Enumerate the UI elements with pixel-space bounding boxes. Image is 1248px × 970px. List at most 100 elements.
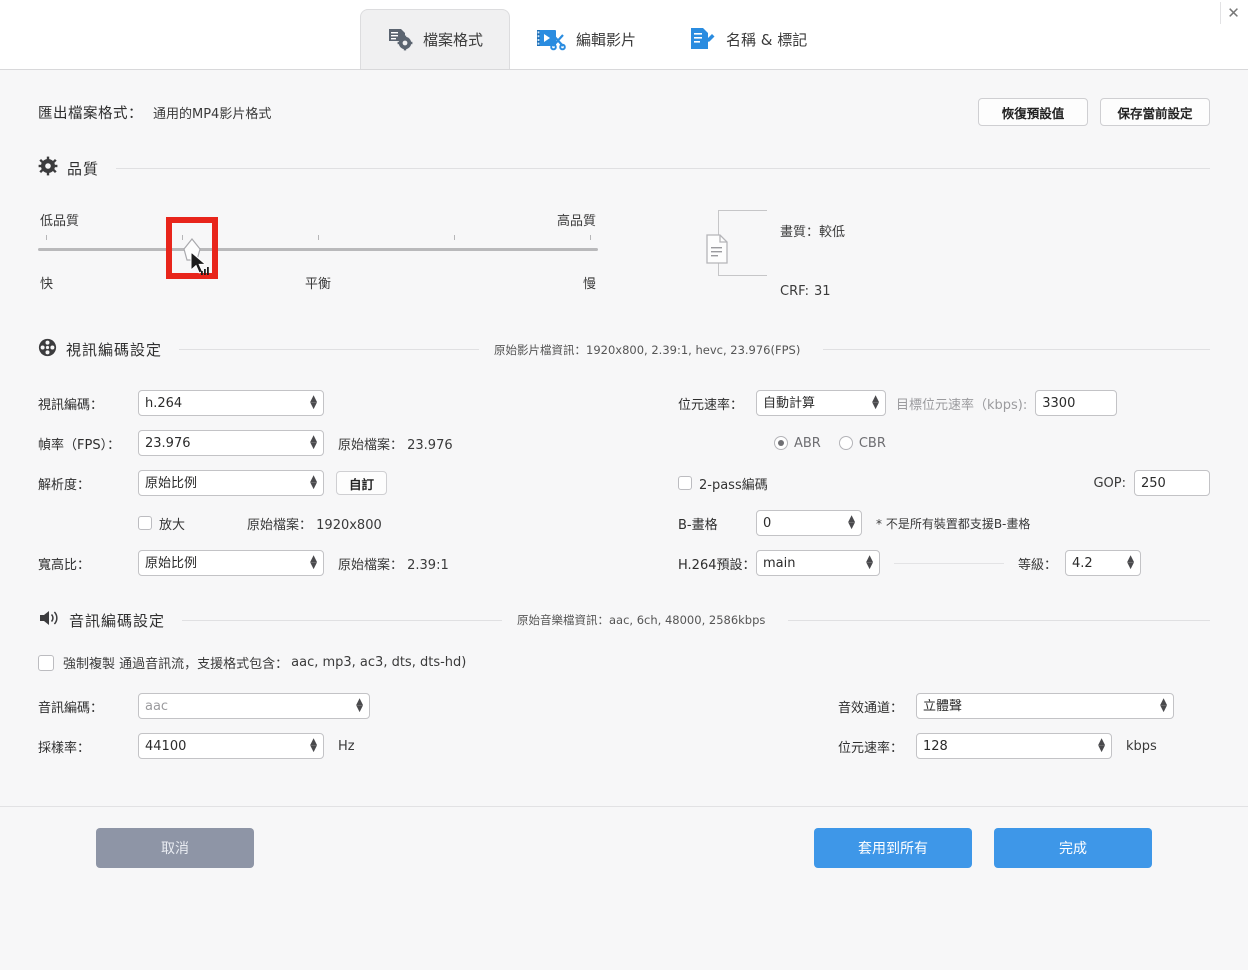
force-copy-row[interactable]: 強制複製 通過音訊流，支援格式包含： aac, mp3, ac3, dts, d… — [38, 653, 1210, 672]
done-button[interactable]: 完成 — [994, 827, 1152, 868]
audio-bitrate-select-wrap[interactable]: 128 ▲ ▼ — [916, 733, 1112, 759]
upscale-row: 放大 原始檔案： 1920x800 — [38, 503, 658, 543]
audio-bitrate-select[interactable]: 128 — [916, 733, 1112, 759]
save-preset-button[interactable]: 保存當前設定 — [1100, 98, 1210, 126]
resolution-source-text: 原始檔案： 1920x800 — [247, 517, 382, 533]
preset-select[interactable]: main — [756, 550, 880, 576]
apply-all-button[interactable]: 套用到所有 — [814, 827, 972, 868]
audio-settings-grid: 音訊編碼： aac ▲ ▼ 採樣率： 44100 ▲ ▼ Hz 音效通道： 立體… — [38, 686, 1210, 766]
quality-slider[interactable] — [38, 217, 598, 279]
samplerate-select-wrap[interactable]: 44100 ▲ ▼ — [138, 733, 324, 759]
audio-codec-select[interactable]: aac — [138, 693, 370, 719]
video-left-column: 視訊編碼： h.264 ▲ ▼ 幀率（FPS）： 23.976 ▲ ▼ 原始檔案： … — [38, 383, 658, 583]
target-bitrate-label: 目標位元速率（kbps): — [896, 397, 1028, 413]
crf-label: CRF: — [780, 284, 809, 299]
resolution-row: 解析度： 原始比例 ▲ ▼ 自訂 — [38, 463, 658, 503]
divider — [182, 619, 503, 621]
force-copy-formats: aac, mp3, ac3, dts, dts-hd) — [291, 655, 467, 670]
speaker-icon — [38, 609, 60, 631]
level-label: 等級： — [1018, 557, 1058, 573]
bitrate-row: 位元速率： 自動計算 ▲ ▼ 目標位元速率（kbps): — [678, 383, 1210, 423]
quality-slider-endpoint-labels: 低品質 高品質 — [38, 210, 598, 229]
twopass-label: 2-pass編碼 — [699, 477, 768, 493]
tab-label: 名稱 & 標記 — [726, 30, 808, 49]
fps-label: 幀率（FPS）： — [38, 437, 121, 453]
audio-codec-select-wrap[interactable]: aac ▲ ▼ — [138, 693, 370, 719]
preset-label: H.264預設： — [678, 557, 756, 573]
rate-mode-row: ABR CBR — [678, 423, 1210, 463]
video-codec-select[interactable]: h.264 — [138, 390, 324, 416]
file-format-icon — [387, 28, 413, 52]
tab-label: 檔案格式 — [423, 31, 484, 49]
bframe-label: B-畫格 — [678, 517, 718, 533]
gop-input[interactable] — [1134, 470, 1210, 496]
force-copy-label: 強制複製 通過音訊流，支援格式包含： — [63, 657, 289, 672]
upscale-checkbox[interactable] — [138, 516, 152, 530]
name-tag-icon — [688, 27, 716, 51]
level-select[interactable]: 4.2 — [1065, 550, 1142, 576]
aspect-select[interactable]: 原始比例 — [138, 550, 324, 576]
cancel-button[interactable]: 取消 — [96, 827, 254, 868]
crf-row: CRF: 31 — [698, 275, 958, 308]
tab-name-tags[interactable]: 名稱 & 標記 — [662, 9, 833, 69]
audio-left-column: 音訊編碼： aac ▲ ▼ 採樣率： 44100 ▲ ▼ Hz — [38, 686, 658, 766]
quality-slider-speed-labels: 快 平衡 慢 — [38, 273, 598, 292]
upscale-checkbox-row[interactable]: 放大 — [138, 514, 185, 533]
preset-level-row: H.264預設： main ▲ ▼ 等級： 4.2 ▲ ▼ — [678, 543, 1210, 583]
export-format-label: 匯出檔案格式： — [38, 105, 143, 122]
video-section-header: 視訊編碼設定 原始影片檔資訊：1920x800, 2.39:1, hevc, 2… — [38, 338, 1210, 361]
force-copy-checkbox[interactable] — [38, 654, 54, 671]
slider-track[interactable] — [38, 248, 598, 251]
fps-select-wrap[interactable]: 23.976 ▲ ▼ — [138, 430, 324, 456]
document-icon — [704, 234, 730, 268]
quality-section-title: 品質 — [67, 159, 100, 178]
bframe-select[interactable]: 0 — [756, 510, 862, 536]
audio-codec-row: 音訊編碼： aac ▲ ▼ — [38, 686, 658, 726]
fps-row: 幀率（FPS）： 23.976 ▲ ▼ 原始檔案： 23.976 — [38, 423, 658, 463]
export-format-value: 通用的MP4影片格式 — [153, 106, 272, 122]
close-icon[interactable]: ✕ — [1220, 2, 1246, 24]
preset-select-wrap[interactable]: main ▲ ▼ — [756, 550, 880, 576]
slider-handle[interactable] — [181, 237, 203, 263]
resolution-select-wrap[interactable]: 原始比例 ▲ ▼ — [138, 470, 324, 496]
custom-resolution-button[interactable]: 自訂 — [336, 471, 388, 495]
divider — [788, 619, 1210, 621]
audio-codec-label: 音訊編碼： — [38, 700, 104, 716]
video-right-column: 位元速率： 自動計算 ▲▼ 目標位元速率（kbps): ABR CBR — [658, 383, 1210, 583]
video-codec-row: 視訊編碼： h.264 ▲ ▼ — [38, 383, 658, 423]
gear-icon — [38, 156, 58, 180]
cbr-radio[interactable] — [838, 436, 853, 450]
audio-section-title: 音訊編碼設定 — [69, 611, 166, 630]
bitrate-select-wrap[interactable]: 自動計算 ▲ ▼ — [756, 390, 886, 416]
abr-radio[interactable] — [774, 436, 788, 450]
audio-channel-label: 音效通道： — [838, 700, 904, 716]
aspect-select-wrap[interactable]: 原始比例 ▲ ▼ — [138, 550, 324, 576]
tab-edit-video[interactable]: 編輯影片 — [510, 9, 662, 69]
bframe-note: * 不是所有裝置都支援B-畫格 — [876, 516, 1031, 531]
video-source-info: 原始影片檔資訊：1920x800, 2.39:1, hevc, 23.976(F… — [494, 342, 801, 357]
settings-panel: 匯出檔案格式： 通用的MP4影片格式 恢復預設值 保存當前設定 品質 低品質 高… — [0, 70, 1248, 888]
bframe-select-wrap[interactable]: 0 ▲ ▼ — [756, 510, 862, 536]
aspect-label: 寬高比： — [38, 557, 91, 573]
audio-channel-select-wrap[interactable]: 立體聲 ▲ ▼ — [916, 693, 1174, 719]
twopass-checkbox[interactable] — [678, 476, 692, 490]
bitrate-label: 位元速率： — [678, 397, 744, 413]
tab-file-format[interactable]: 檔案格式 — [360, 9, 511, 69]
bitrate-select[interactable]: 自動計算 — [756, 390, 886, 416]
fps-select[interactable]: 23.976 — [138, 430, 324, 456]
twopass-checkbox-row[interactable]: 2-pass編碼 — [678, 474, 768, 493]
cbr-label: CBR — [858, 435, 886, 451]
audio-channel-select[interactable]: 立體聲 — [916, 693, 1174, 719]
resolution-select[interactable]: 原始比例 — [138, 470, 324, 496]
target-bitrate-input[interactable] — [1035, 390, 1118, 416]
video-settings-grid: 視訊編碼： h.264 ▲ ▼ 幀率（FPS）： 23.976 ▲ ▼ 原始檔案： … — [38, 383, 1210, 583]
samplerate-select[interactable]: 44100 — [138, 733, 324, 759]
restore-defaults-button[interactable]: 恢復預設值 — [978, 98, 1088, 126]
level-select-wrap[interactable]: 4.2 ▲ ▼ — [1065, 550, 1142, 576]
export-format-row: 匯出檔案格式： 通用的MP4影片格式 恢復預設值 保存當前設定 — [38, 70, 1210, 126]
high-quality-label: 高品質 — [556, 214, 596, 229]
low-quality-label: 低品質 — [40, 214, 80, 229]
video-codec-select-wrap[interactable]: h.264 ▲ ▼ — [138, 390, 324, 416]
video-section-title: 視訊編碼設定 — [66, 341, 163, 359]
fps-source-text: 原始檔案： 23.976 — [338, 437, 453, 453]
